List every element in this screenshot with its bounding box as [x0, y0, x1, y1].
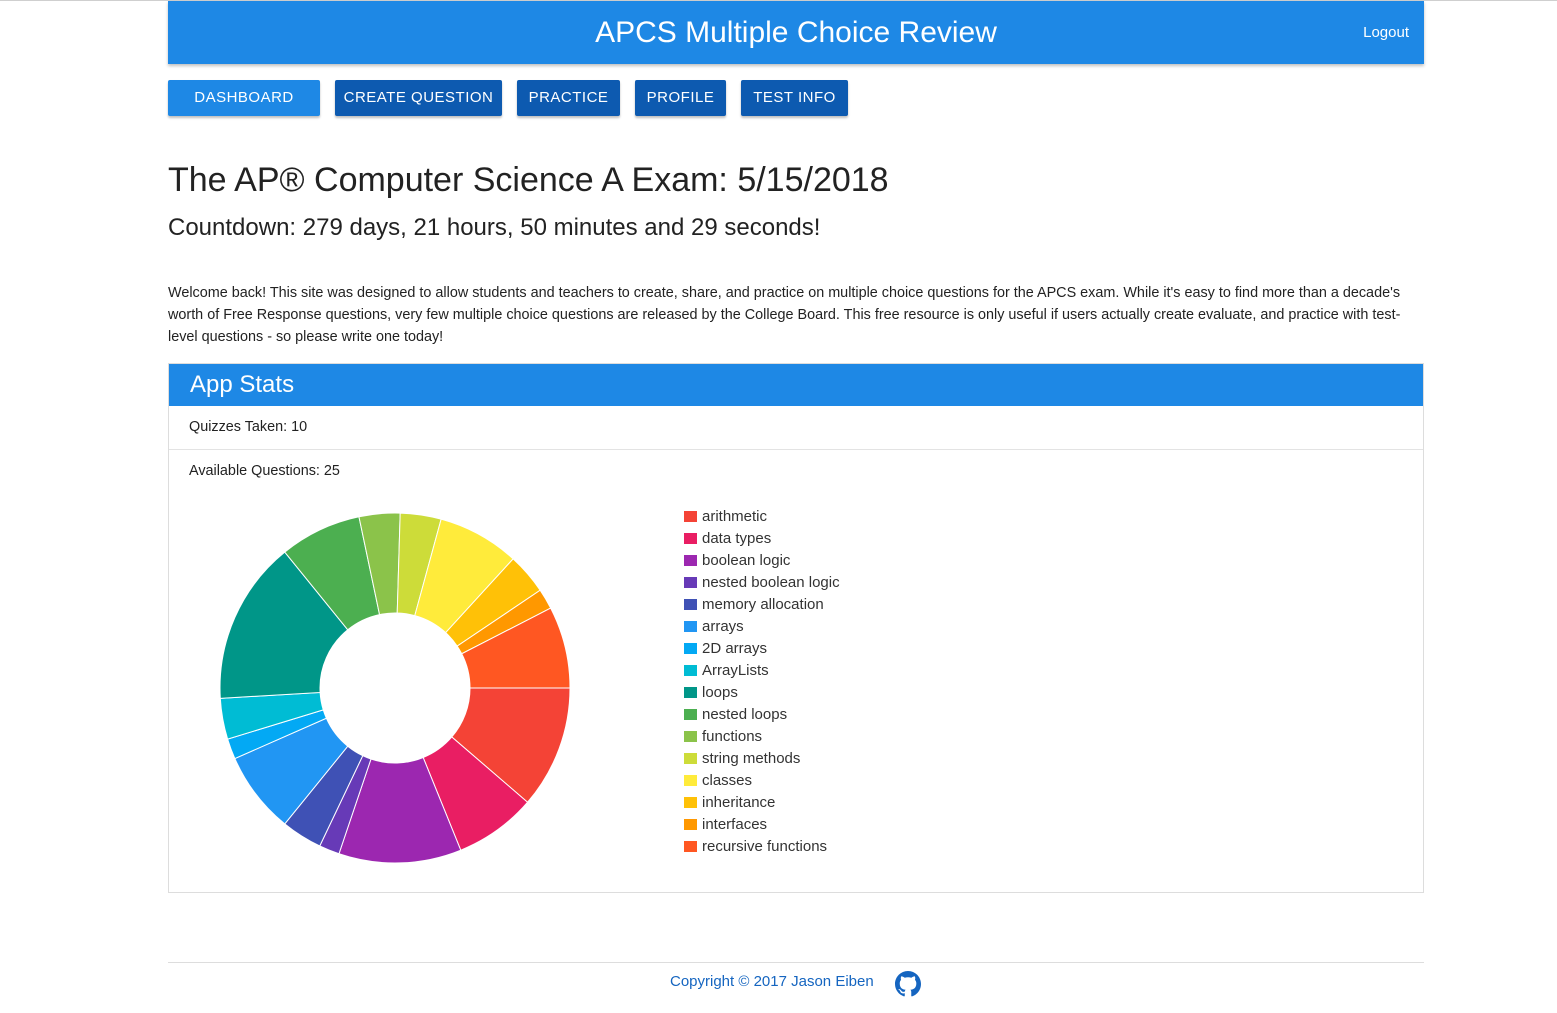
- legend-label: functions: [702, 728, 763, 745]
- legend-item[interactable]: boolean logic: [684, 550, 840, 572]
- legend-swatch: [684, 511, 697, 522]
- page-container: APCS Multiple Choice Review Logout DASHB…: [168, 1, 1424, 997]
- legend-label: nested boolean logic: [702, 574, 840, 591]
- app-title: APCS Multiple Choice Review: [595, 16, 997, 49]
- legend-item[interactable]: memory allocation: [684, 594, 840, 616]
- app-stats-card: App Stats Quizzes Taken: 10 Available Qu…: [168, 363, 1424, 893]
- legend-swatch: [684, 533, 697, 544]
- copyright-text: Copyright © 2017 Jason Eiben: [670, 973, 874, 990]
- legend-label: ArrayLists: [702, 662, 769, 679]
- legend-label: memory allocation: [702, 596, 824, 613]
- exam-title: The AP® Computer Science A Exam: 5/15/20…: [168, 161, 889, 199]
- legend-swatch: [684, 775, 697, 786]
- legend-item[interactable]: arithmetic: [684, 506, 840, 528]
- legend-item[interactable]: interfaces: [684, 814, 840, 836]
- legend-item[interactable]: loops: [684, 682, 840, 704]
- legend-item[interactable]: arrays: [684, 616, 840, 638]
- nav-profile-button[interactable]: PROFILE: [635, 80, 726, 116]
- legend-swatch: [684, 643, 697, 654]
- legend-item[interactable]: ArrayLists: [684, 660, 840, 682]
- nav-practice-button[interactable]: PRACTICE: [517, 80, 620, 116]
- legend-label: loops: [702, 684, 738, 701]
- welcome-text: Welcome back! This site was designed to …: [168, 285, 1401, 345]
- legend-swatch: [684, 621, 697, 632]
- quizzes-taken-row: Quizzes Taken: 10: [169, 406, 1423, 450]
- legend-swatch: [684, 665, 697, 676]
- footer: Copyright © 2017 Jason Eiben: [168, 962, 1424, 1013]
- legend-item[interactable]: recursive functions: [684, 836, 840, 858]
- legend-item[interactable]: functions: [684, 726, 840, 748]
- nav-create-question-button[interactable]: CREATE QUESTION: [335, 80, 502, 116]
- topic-donut-chart: [219, 512, 571, 864]
- legend-swatch: [684, 797, 697, 808]
- github-icon[interactable]: [895, 971, 921, 1002]
- legend-swatch: [684, 731, 697, 742]
- legend-item[interactable]: string methods: [684, 748, 840, 770]
- legend-item[interactable]: nested loops: [684, 704, 840, 726]
- app-bar: APCS Multiple Choice Review Logout: [168, 1, 1424, 64]
- legend-label: boolean logic: [702, 552, 791, 569]
- legend-label: interfaces: [702, 816, 768, 833]
- chart-legend: arithmetic data types boolean logic nested …: [684, 506, 840, 858]
- legend-swatch: [684, 819, 697, 830]
- legend-label: 2D arrays: [702, 640, 768, 657]
- legend-swatch: [684, 555, 697, 566]
- legend-item[interactable]: data types: [684, 528, 840, 550]
- legend-swatch: [684, 753, 697, 764]
- legend-item[interactable]: inheritance: [684, 792, 840, 814]
- legend-label: data types: [702, 530, 772, 547]
- legend-label: inheritance: [702, 794, 776, 811]
- legend-label: arrays: [702, 618, 744, 635]
- legend-swatch: [684, 841, 697, 852]
- legend-item[interactable]: classes: [684, 770, 840, 792]
- logout-link[interactable]: Logout: [1363, 1, 1409, 64]
- legend-swatch: [684, 709, 697, 720]
- nav-test-info-button[interactable]: TEST INFO: [741, 80, 848, 116]
- legend-item[interactable]: nested boolean logic: [684, 572, 840, 594]
- legend-label: classes: [702, 772, 753, 789]
- app-stats-header: App Stats: [169, 364, 1423, 406]
- legend-swatch: [684, 577, 697, 588]
- nav-dashboard-button[interactable]: DASHBOARD: [168, 80, 320, 116]
- legend-item[interactable]: 2D arrays: [684, 638, 840, 660]
- available-questions-row: Available Questions: 25: [189, 463, 340, 479]
- legend-label: nested loops: [702, 706, 788, 723]
- legend-label: recursive functions: [702, 838, 828, 855]
- legend-swatch: [684, 687, 697, 698]
- legend-label: string methods: [702, 750, 801, 767]
- legend-label: arithmetic: [702, 508, 768, 525]
- legend-swatch: [684, 599, 697, 610]
- countdown-text: Countdown: 279 days, 21 hours, 50 minute…: [168, 214, 821, 241]
